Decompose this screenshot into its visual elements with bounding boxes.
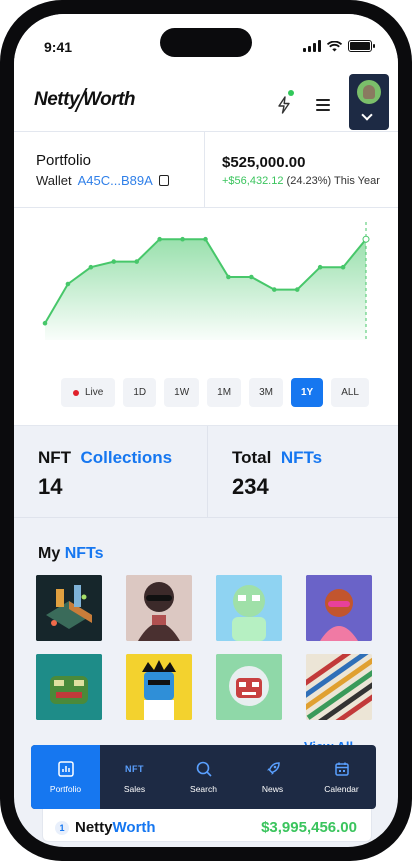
range-1d[interactable]: 1D (123, 378, 157, 407)
range-3m[interactable]: 3M (249, 378, 283, 407)
tab-search[interactable]: Search (169, 745, 238, 809)
avatar (357, 80, 381, 104)
range-1w[interactable]: 1W (164, 378, 200, 407)
tab-calendar-label: Calendar (324, 784, 359, 794)
range-live[interactable]: Live (61, 378, 116, 407)
change-percent: (24.23%) (286, 175, 332, 187)
leaderboard-name: 1 NettyWorth (55, 819, 156, 836)
wallet-row: Wallet A45C...B89A (36, 173, 169, 188)
tab-sales[interactable]: NFT Sales (100, 745, 169, 809)
chart-point (180, 236, 185, 242)
divider (204, 132, 205, 208)
stat-collections: NFT Collections 14 (38, 448, 172, 500)
range-selector: Live 1D 1W 1M 3M 1Y ALL (61, 378, 369, 407)
nft-thumbnail[interactable] (126, 575, 192, 641)
chart-point (88, 264, 94, 270)
chart-svg (42, 222, 370, 340)
range-1m[interactable]: 1M (207, 378, 242, 407)
live-dot-icon (73, 389, 79, 396)
bottom-tab-bar: Portfolio NFT Sales Search News Calendar (31, 745, 376, 809)
change-period: This Year (334, 175, 380, 187)
status-time: 9:41 (44, 39, 73, 55)
range-all[interactable]: ALL (331, 378, 369, 407)
stat-total-nfts: Total NFTs 234 (232, 448, 322, 500)
chart-point (294, 287, 300, 292)
phone-frame: 9:41 Netty Worth Portfolio Wallet A45C..… (0, 0, 412, 861)
logo-text-netty: Netty (34, 89, 80, 111)
app-screen: 9:41 Netty Worth Portfolio Wallet A45C..… (14, 14, 398, 847)
battery-icon (348, 40, 375, 52)
leaderboard-value: $3,995,456.00 (261, 819, 357, 836)
nft-thumbnail[interactable] (306, 654, 372, 720)
search-icon (195, 760, 213, 778)
portfolio-change: +$56,432.12 (24.23%) This Year (222, 175, 380, 187)
copy-icon[interactable] (158, 175, 169, 186)
nft-thumbnail[interactable] (36, 654, 102, 720)
chart-point (317, 264, 323, 270)
chart-point (249, 274, 254, 280)
status-icons (303, 40, 375, 52)
chart-icon (57, 760, 75, 778)
tab-search-label: Search (190, 784, 217, 794)
nft-thumbnail[interactable] (216, 654, 282, 720)
divider (207, 426, 208, 518)
my-nfts-section: My NFTs (14, 518, 398, 768)
rank-badge: 1 (55, 821, 69, 836)
app-header: Netty Worth (14, 70, 398, 132)
wallet-label: Wallet (36, 173, 72, 188)
menu-icon[interactable] (316, 99, 330, 114)
tab-sales-label: Sales (123, 784, 146, 794)
tab-calendar[interactable]: Calendar (307, 745, 376, 809)
change-amount: +$56,432.12 (222, 175, 284, 187)
tab-portfolio-label: Portfolio (49, 784, 82, 794)
nft-thumbnail[interactable] (306, 575, 372, 641)
chart-area-fill (45, 239, 366, 340)
tab-news-label: News (261, 784, 284, 794)
collections-value: 14 (38, 474, 63, 499)
range-live-label: Live (85, 387, 104, 398)
tab-portfolio[interactable]: Portfolio (31, 745, 100, 809)
nft-icon: NFT (125, 764, 144, 774)
tab-news[interactable]: News (238, 745, 307, 809)
chart-point (111, 259, 117, 264)
chart-point (226, 274, 231, 280)
chart-point (134, 259, 140, 264)
total-label: Total NFTs (232, 448, 323, 467)
notch (160, 28, 252, 57)
stats-panel: NFT Collections 14 Total NFTs 234 (14, 426, 398, 518)
chart-point (271, 287, 277, 292)
rocket-icon (264, 760, 282, 778)
portfolio-value: $525,000.00 (222, 154, 306, 171)
portfolio-chart: Live 1D 1W 1M 3M 1Y ALL (14, 208, 398, 426)
chart-point (340, 264, 346, 270)
bolt-icon[interactable] (276, 96, 292, 114)
range-1y[interactable]: 1Y (290, 378, 324, 407)
chart-point (203, 236, 208, 242)
app-logo[interactable]: Netty Worth (34, 88, 136, 112)
collections-label: NFT Collections (38, 448, 173, 467)
nft-thumbnail[interactable] (126, 654, 192, 720)
profile-dropdown[interactable] (349, 74, 389, 130)
wallet-address[interactable]: A45C...B89A (78, 173, 153, 188)
my-nfts-title: My NFTs (38, 545, 104, 562)
portfolio-title: Portfolio (36, 152, 92, 169)
total-value: 234 (232, 474, 269, 499)
nft-thumbnail[interactable] (216, 575, 282, 641)
nft-thumbnail[interactable] (36, 575, 102, 641)
calendar-icon (333, 760, 351, 778)
chart-point (157, 236, 162, 242)
logo-text-worth: Worth (83, 89, 136, 111)
wifi-icon (327, 40, 342, 51)
portfolio-summary: Portfolio Wallet A45C...B89A $525,000.00… (14, 132, 398, 208)
chart-point (42, 320, 48, 326)
chart-point (362, 235, 370, 243)
signal-icon (303, 40, 321, 52)
chevron-down-icon (361, 109, 373, 121)
chart-point (65, 281, 71, 287)
notification-dot (288, 90, 294, 96)
